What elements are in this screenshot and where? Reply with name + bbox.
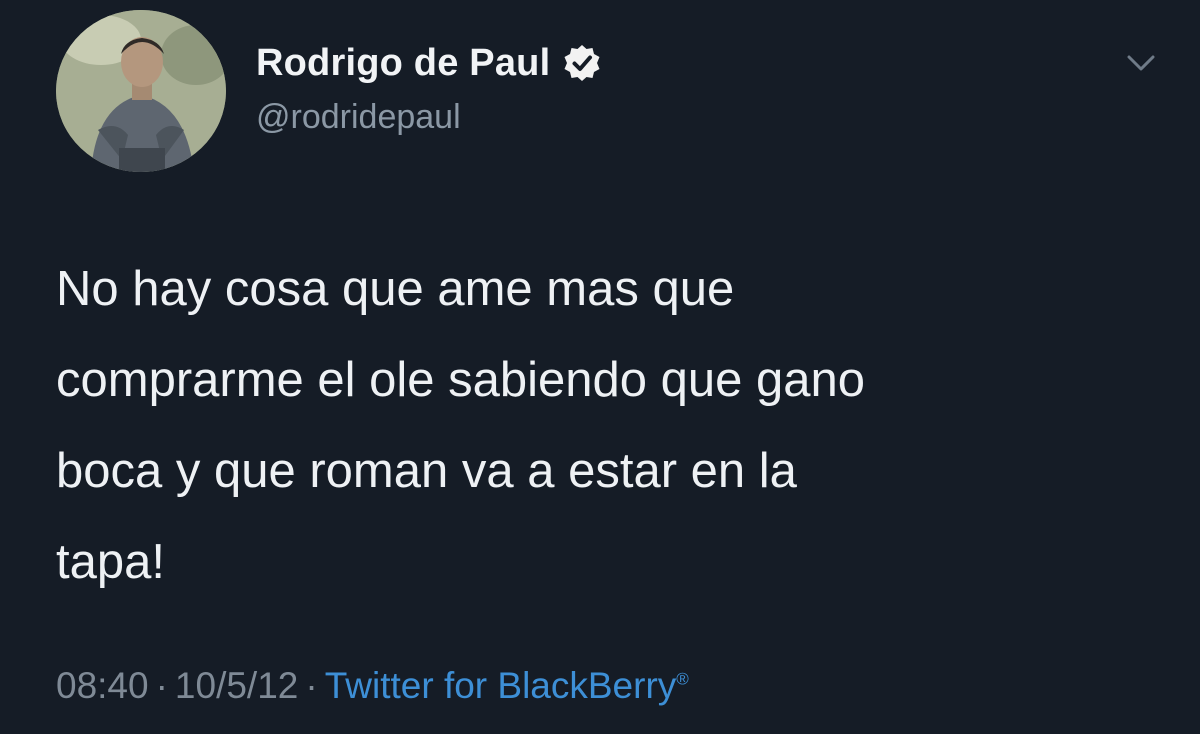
separator-dot: · xyxy=(155,665,168,706)
tweet-text: No hay cosa que ame mas que comprarme el… xyxy=(56,244,1166,608)
avatar-photo xyxy=(56,10,226,172)
tweet-date[interactable]: 10/5/12 xyxy=(175,665,298,706)
author-handle[interactable]: @rodridepaul xyxy=(256,98,461,137)
tweet-time[interactable]: 08:40 xyxy=(56,665,149,706)
chevron-down-icon[interactable] xyxy=(1124,50,1158,76)
verified-badge-icon xyxy=(562,43,602,83)
author-name-row: Rodrigo de Paul xyxy=(256,38,602,88)
tweet-card: Rodrigo de Paul @rodridepaul No hay cosa… xyxy=(0,0,1200,734)
tweet-text-line: tapa! xyxy=(56,535,165,589)
tweet-source-link[interactable]: Twitter for BlackBerry xyxy=(325,665,677,706)
registered-mark: ® xyxy=(676,669,689,689)
tweet-text-line: boca y que roman va a estar en la xyxy=(56,444,797,498)
tweet-metadata: 08:40 · 10/5/12 · Twitter for BlackBerry® xyxy=(56,665,689,707)
separator-dot: · xyxy=(305,665,318,706)
author-display-name[interactable]: Rodrigo de Paul xyxy=(256,42,550,85)
tweet-text-line: No hay cosa que ame mas que xyxy=(56,262,735,316)
author-avatar[interactable] xyxy=(56,10,226,172)
tweet-text-line: comprarme el ole sabiendo que gano xyxy=(56,353,866,407)
